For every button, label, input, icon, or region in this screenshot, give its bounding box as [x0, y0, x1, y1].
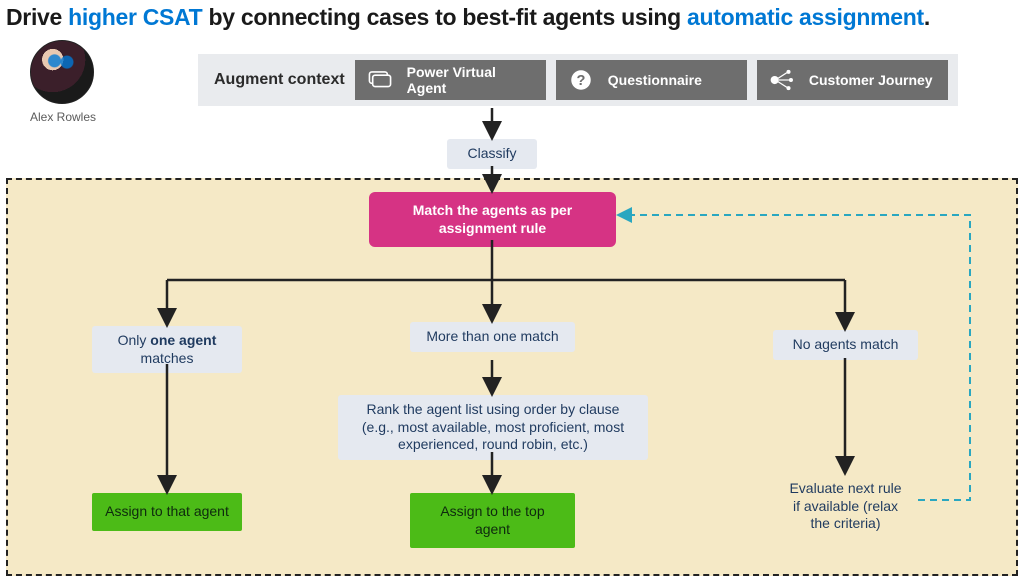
- node-assign-top: Assign to the top agent: [410, 493, 575, 548]
- node-rank: Rank the agent list using order by claus…: [338, 395, 648, 460]
- augment-label: Augment context: [214, 71, 345, 89]
- title-highlight: higher CSAT: [68, 4, 202, 30]
- avatar: [30, 40, 94, 104]
- augment-button-questionnaire[interactable]: ? Questionnaire: [556, 60, 747, 100]
- svg-text:?: ?: [576, 73, 585, 89]
- augment-button-label: Power Virtual Agent: [407, 64, 534, 96]
- title-highlight: automatic assignment: [687, 4, 924, 30]
- title-text: Drive: [6, 4, 68, 30]
- augment-button-label: Questionnaire: [608, 72, 702, 88]
- augment-button-journey[interactable]: Customer Journey: [757, 60, 948, 100]
- question-icon: ?: [568, 67, 594, 93]
- augment-button-pva[interactable]: Power Virtual Agent: [355, 60, 546, 100]
- node-more-than-one: More than one match: [410, 322, 575, 352]
- augment-button-label: Customer Journey: [809, 72, 933, 88]
- avatar-label: Alex Rowles: [30, 110, 96, 124]
- node-no-match: No agents match: [773, 330, 918, 360]
- node-match-rule: Match the agents as per assignment rule: [369, 192, 616, 247]
- page-title: Drive higher CSAT by connecting cases to…: [6, 4, 1018, 31]
- title-text: .: [924, 4, 930, 30]
- node-only-one: Only one agent matches: [92, 326, 242, 373]
- augment-context-bar: Augment context Power Virtual Agent ? Qu…: [198, 54, 958, 106]
- node-classify: Classify: [447, 139, 537, 169]
- persona-block: Alex Rowles: [30, 40, 96, 124]
- node-assign-that: Assign to that agent: [92, 493, 242, 531]
- node-evaluate-next: Evaluate next rule if available (relax t…: [773, 474, 918, 539]
- pva-icon: [367, 67, 393, 93]
- journey-icon: [769, 67, 795, 93]
- title-text: by connecting cases to best-fit agents u…: [202, 4, 687, 30]
